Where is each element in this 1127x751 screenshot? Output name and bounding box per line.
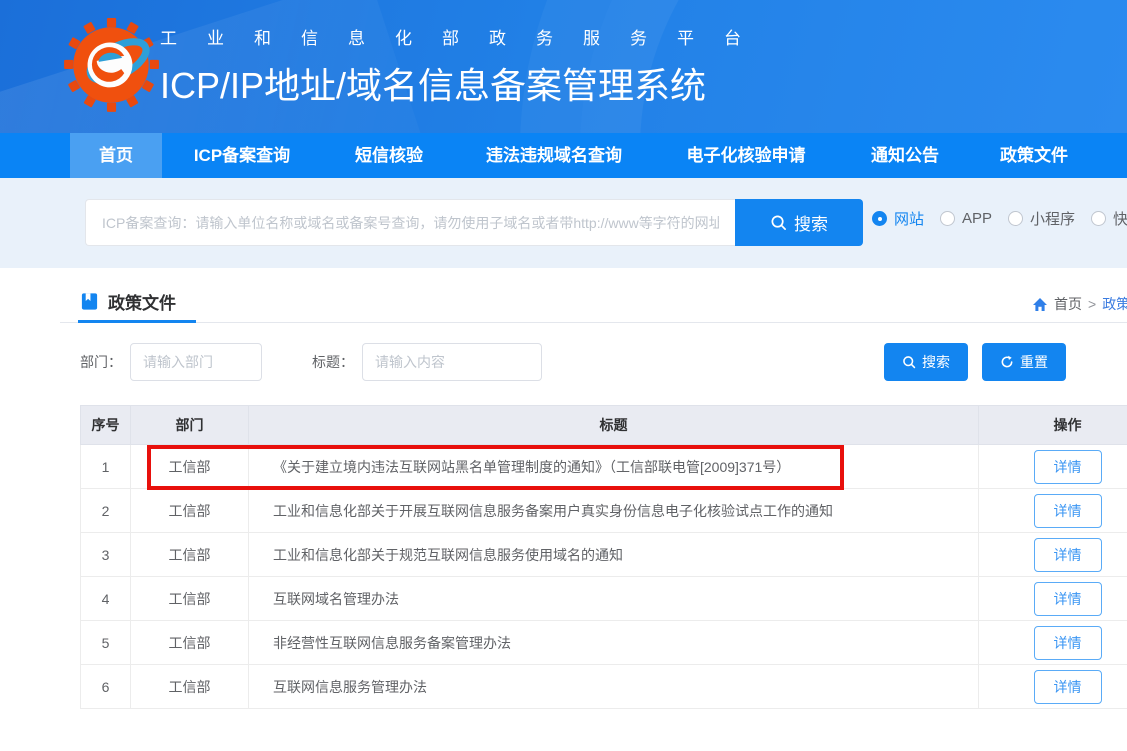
- cell-no: 6: [81, 665, 131, 709]
- detail-button[interactable]: 详情: [1034, 494, 1102, 528]
- cell-dept: 工信部: [131, 621, 249, 665]
- icp-search-button[interactable]: 搜索: [735, 199, 863, 246]
- nav-item-notices[interactable]: 通知公告: [840, 133, 970, 178]
- radio-app[interactable]: APP: [940, 210, 992, 227]
- filter-reset-button[interactable]: 重置: [982, 343, 1066, 381]
- cell-no: 4: [81, 577, 131, 621]
- search-icon: [770, 214, 787, 231]
- cell-title: 工业和信息化部关于规范互联网信息服务使用域名的通知: [249, 533, 979, 577]
- radio-website[interactable]: 网站: [872, 208, 924, 229]
- filter-bar: 部门： 标题： 搜索 重置: [80, 343, 1127, 381]
- icp-search-input[interactable]: [85, 199, 735, 246]
- header-titles: 工业和信息化部政务服务平台 ICP/IP地址/域名信息备案管理系统: [160, 24, 771, 109]
- table-row: 5 工信部 非经营性互联网信息服务备案管理办法 详情: [81, 621, 1127, 665]
- search-type-radios: 网站 APP 小程序 快应用: [872, 208, 1127, 229]
- cell-dept: 工信部: [131, 665, 249, 709]
- tab-policy-files[interactable]: 政策文件: [78, 282, 196, 323]
- cell-dept: 工信部: [131, 489, 249, 533]
- refresh-icon: [1000, 355, 1014, 369]
- nav-item-illegal-domain[interactable]: 违法违规域名查询: [456, 133, 652, 178]
- table-row: 4 工信部 互联网域名管理办法 详情: [81, 577, 1127, 621]
- breadcrumb-home[interactable]: 首页: [1054, 294, 1082, 314]
- table-row: 3 工信部 工业和信息化部关于规范互联网信息服务使用域名的通知 详情: [81, 533, 1127, 577]
- cell-dept: 工信部: [131, 445, 249, 489]
- col-header-title: 标题: [249, 406, 979, 445]
- page: 工业和信息化部政务服务平台 ICP/IP地址/域名信息备案管理系统 首页 ICP…: [0, 0, 1127, 751]
- main-nav: 首页 ICP备案查询 短信核验 违法违规域名查询 电子化核验申请 通知公告 政策…: [0, 133, 1127, 178]
- policy-table: 序号 部门 标题 操作 1 工信部 《关于建立境内违法互联网站黑名单管理制度的通…: [80, 405, 1127, 709]
- section-title: 政策文件: [108, 289, 176, 314]
- col-header-no: 序号: [81, 406, 131, 445]
- icp-search-section: 搜索 网站 APP 小程序 快应用: [0, 178, 1127, 268]
- detail-button[interactable]: 详情: [1034, 670, 1102, 704]
- detail-button[interactable]: 详情: [1034, 538, 1102, 572]
- cell-op: 详情: [979, 577, 1127, 621]
- cell-title: 互联网信息服务管理办法: [249, 665, 979, 709]
- cell-no: 2: [81, 489, 131, 533]
- content-area: 政策文件 首页 > 政策文件 部门： 标题：: [60, 268, 1127, 709]
- cell-no: 3: [81, 533, 131, 577]
- cell-op: 详情: [979, 621, 1127, 665]
- nav-item-sms-verify[interactable]: 短信核验: [322, 133, 456, 178]
- icp-search-group: 搜索: [85, 199, 863, 246]
- cell-dept: 工信部: [131, 533, 249, 577]
- col-header-dept: 部门: [131, 406, 249, 445]
- section-head: 政策文件 首页 > 政策文件: [60, 282, 1127, 323]
- platform-title: 工业和信息化部政务服务平台: [160, 24, 771, 49]
- cell-title: 《关于建立境内违法互联网站黑名单管理制度的通知》（工信部联电管[2009]371…: [249, 445, 979, 489]
- breadcrumb: 首页 > 政策文件: [1032, 294, 1127, 314]
- cell-op: 详情: [979, 533, 1127, 577]
- cell-title: 工业和信息化部关于开展互联网信息服务备案用户真实身份信息电子化核验试点工作的通知: [249, 489, 979, 533]
- search-icon: [902, 355, 916, 369]
- nav-item-icp-query[interactable]: ICP备案查询: [162, 133, 322, 178]
- detail-button[interactable]: 详情: [1034, 450, 1102, 484]
- cell-op: 详情: [979, 665, 1127, 709]
- cell-op: 详情: [979, 445, 1127, 489]
- detail-button[interactable]: 详情: [1034, 582, 1102, 616]
- table-row: 1 工信部 《关于建立境内违法互联网站黑名单管理制度的通知》（工信部联电管[20…: [81, 445, 1127, 489]
- radio-miniprogram[interactable]: 小程序: [1008, 208, 1075, 229]
- cell-op: 详情: [979, 489, 1127, 533]
- miit-icp-logo-icon: [60, 16, 162, 118]
- nav-item-home[interactable]: 首页: [70, 133, 162, 178]
- detail-button[interactable]: 详情: [1034, 626, 1102, 660]
- book-icon: [80, 292, 99, 311]
- system-title: ICP/IP地址/域名信息备案管理系统: [160, 57, 771, 109]
- filter-search-button[interactable]: 搜索: [884, 343, 968, 381]
- dept-filter-label: 部门：: [80, 352, 122, 372]
- col-header-op: 操作: [979, 406, 1127, 445]
- title-filter-label: 标题：: [312, 352, 354, 372]
- radio-selected-icon: [872, 211, 887, 226]
- filter-buttons: 搜索 重置: [884, 343, 1066, 381]
- dept-filter-input[interactable]: [130, 343, 262, 381]
- cell-no: 1: [81, 445, 131, 489]
- radio-icon: [1008, 211, 1023, 226]
- nav-item-policy-files[interactable]: 政策文件: [970, 133, 1098, 178]
- cell-title: 非经营性互联网信息服务备案管理办法: [249, 621, 979, 665]
- radio-icon: [940, 211, 955, 226]
- breadcrumb-current[interactable]: 政策文件: [1102, 294, 1127, 314]
- radio-quickapp[interactable]: 快应用: [1091, 208, 1127, 229]
- nav-item-e-verify-apply[interactable]: 电子化核验申请: [652, 133, 840, 178]
- table-row: 6 工信部 互联网信息服务管理办法 详情: [81, 665, 1127, 709]
- radio-icon: [1091, 211, 1106, 226]
- cell-no: 5: [81, 621, 131, 665]
- table-header-row: 序号 部门 标题 操作: [81, 406, 1127, 445]
- cell-title: 互联网域名管理办法: [249, 577, 979, 621]
- breadcrumb-separator: >: [1088, 296, 1096, 312]
- cell-dept: 工信部: [131, 577, 249, 621]
- title-filter-input[interactable]: [362, 343, 542, 381]
- home-icon: [1032, 297, 1048, 312]
- icp-search-button-label: 搜索: [794, 210, 828, 235]
- site-header: 工业和信息化部政务服务平台 ICP/IP地址/域名信息备案管理系统: [0, 0, 1127, 133]
- table-row: 2 工信部 工业和信息化部关于开展互联网信息服务备案用户真实身份信息电子化核验试…: [81, 489, 1127, 533]
